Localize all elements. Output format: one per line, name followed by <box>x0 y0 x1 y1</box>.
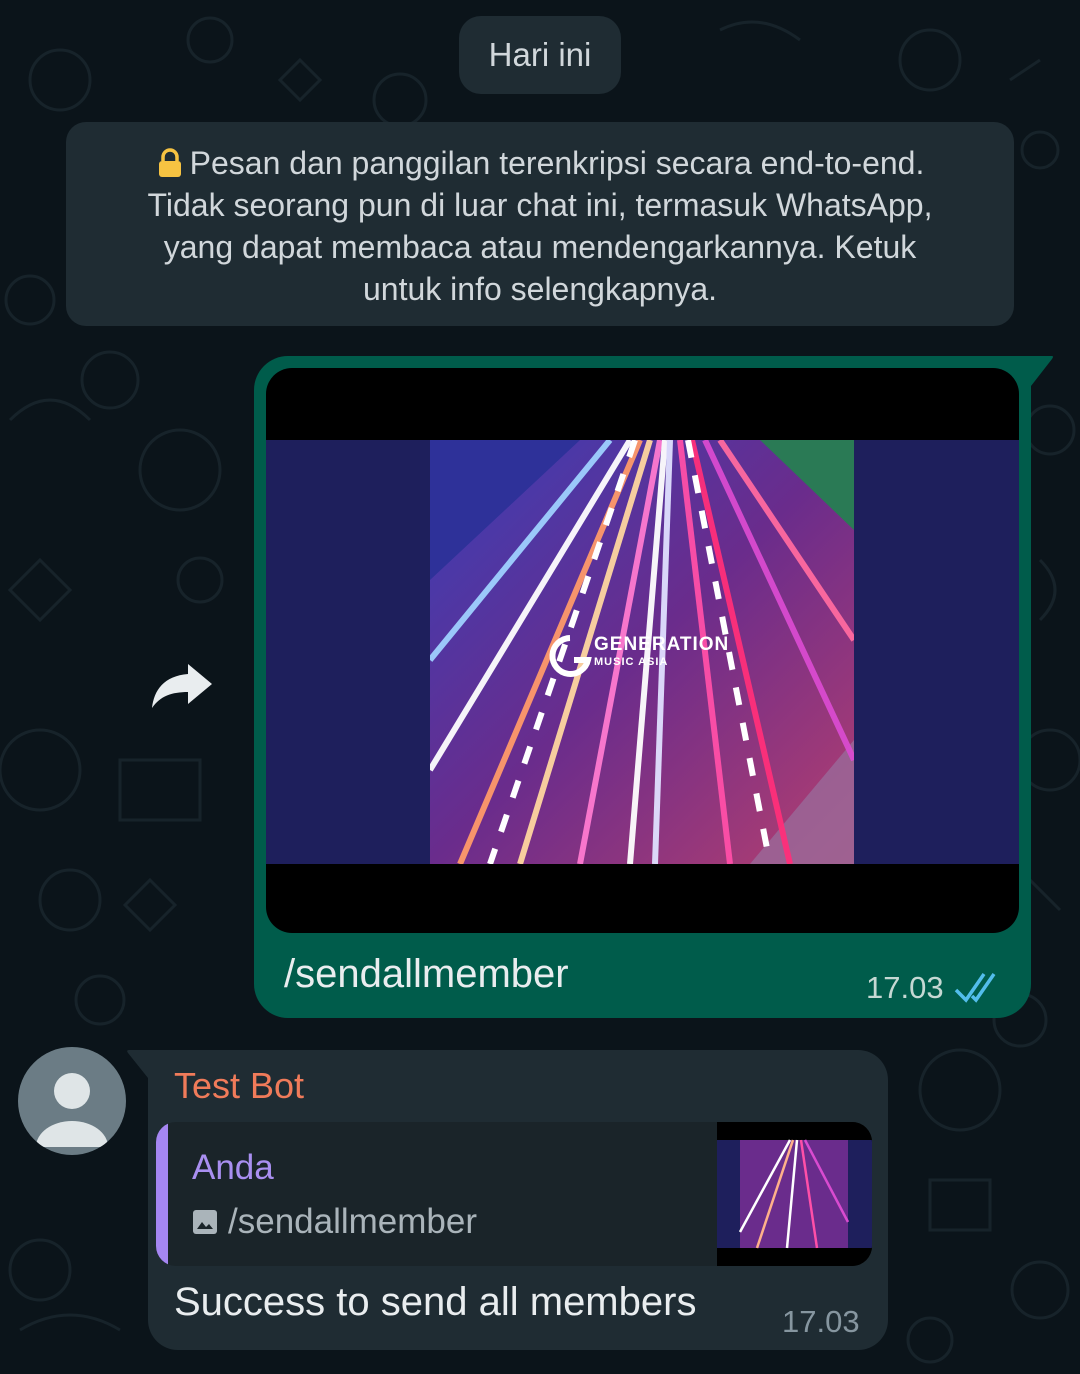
date-separator: Hari ini <box>459 16 621 94</box>
svg-text:GENERATION: GENERATION <box>594 634 729 655</box>
outgoing-message-bubble[interactable]: GENERATION MUSIC ASIA /sendallmember 17.… <box>254 356 1031 1018</box>
highway-light-trails-image: GENERATION MUSIC ASIA <box>430 440 854 864</box>
message-image[interactable]: GENERATION MUSIC ASIA <box>266 368 1019 933</box>
lock-icon <box>158 148 181 177</box>
quoted-text-line: /sendallmember <box>192 1200 477 1244</box>
svg-text:MUSIC ASIA: MUSIC ASIA <box>594 656 668 668</box>
incoming-message-bubble[interactable]: Test Bot Anda /sendallmember Success to … <box>148 1050 888 1350</box>
default-avatar-icon[interactable] <box>18 1047 126 1155</box>
encryption-notice-line: Tidak seorang pun di luar chat ini, term… <box>147 187 933 223</box>
encryption-notice-line: untuk info selengkapnya. <box>362 271 718 307</box>
message-time: 17.03 <box>866 970 944 1005</box>
message-text: Success to send all members <box>174 1280 697 1324</box>
image-icon <box>193 1210 217 1234</box>
message-text: /sendallmember <box>284 952 569 996</box>
encryption-notice-line: yang dapat membaca atau mendengarkannya.… <box>163 229 917 265</box>
encryption-notice-line: Pesan dan panggilan terenkripsi secara e… <box>96 142 984 184</box>
double-check-icon <box>954 973 996 1003</box>
sender-name[interactable]: Test Bot <box>174 1064 304 1108</box>
quoted-text: /sendallmember <box>228 1202 477 1241</box>
message-time: 17.03 <box>782 1304 860 1339</box>
encryption-notice[interactable]: Pesan dan panggilan terenkripsi secara e… <box>66 122 1014 326</box>
quoted-author: Anda <box>192 1148 274 1187</box>
quote-accent-bar <box>156 1122 168 1266</box>
quoted-message[interactable]: Anda /sendallmember <box>156 1122 872 1266</box>
quoted-image-thumbnail <box>717 1122 872 1266</box>
forward-arrow-icon[interactable] <box>150 660 214 710</box>
